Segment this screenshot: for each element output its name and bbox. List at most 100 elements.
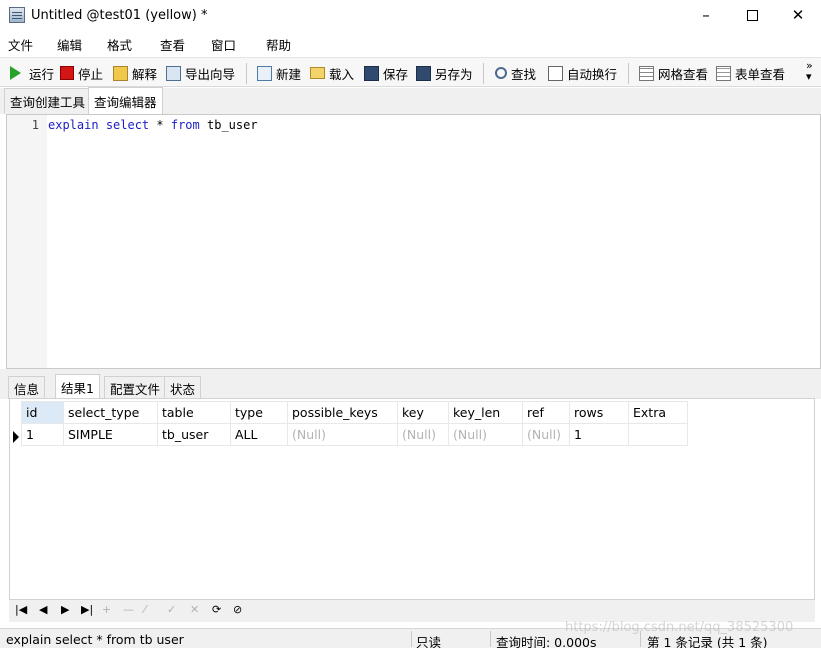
close-button[interactable]: ✕ — [775, 0, 821, 30]
column-header-key-len[interactable]: key_len — [448, 401, 523, 424]
status-read-only: 只读 — [416, 635, 442, 648]
tab-profile[interactable]: 配置文件 — [104, 376, 167, 399]
grid-view-button[interactable]: 网格查看 — [639, 63, 708, 83]
export-icon — [166, 65, 181, 81]
column-header-possible-keys[interactable]: possible_keys — [287, 401, 398, 424]
tab-query-editor[interactable]: 查询编辑器 — [88, 87, 163, 114]
explain-button[interactable]: 解释 — [113, 63, 157, 83]
explain-icon — [113, 65, 128, 81]
menu-format[interactable]: 格式 — [107, 35, 132, 54]
table-cell[interactable]: (Null) — [287, 423, 398, 446]
table-header-row: id select_type table type possible_keys … — [21, 401, 688, 424]
table-cell[interactable]: 1 — [569, 423, 629, 446]
find-button[interactable]: 查找 — [495, 63, 536, 83]
toolbar-separator — [628, 63, 629, 84]
table-row[interactable]: 1 SIMPLE tb_user ALL (Null) (Null) (Null… — [21, 423, 688, 446]
column-header-key[interactable]: key — [397, 401, 449, 424]
maximize-button[interactable] — [729, 0, 775, 30]
form-view-button[interactable]: 表单查看 — [716, 63, 785, 83]
table-cell[interactable]: (Null) — [448, 423, 523, 446]
menu-edit[interactable]: 编辑 — [57, 35, 82, 54]
editor-tab-strip: 查询创建工具 查询编辑器 — [0, 87, 821, 114]
save-as-button[interactable]: 另存为 — [416, 63, 473, 83]
toolbar-separator — [246, 63, 247, 84]
column-header-id[interactable]: id — [21, 401, 64, 424]
sql-keyword: from — [170, 118, 200, 132]
menu-bar: 文件 编辑 格式 查看 窗口 帮助 — [0, 31, 821, 55]
column-header-extra[interactable]: Extra — [628, 401, 688, 424]
last-record-icon[interactable]: ▶| — [81, 604, 93, 616]
load-button[interactable]: 载入 — [310, 63, 354, 83]
result-table: id select_type table type possible_keys … — [21, 401, 688, 446]
word-wrap-button[interactable]: 自动换行 — [548, 63, 617, 83]
status-separator — [490, 631, 491, 647]
menu-file[interactable]: 文件 — [8, 35, 33, 54]
save-as-icon — [416, 65, 431, 81]
tab-result1[interactable]: 结果1 — [55, 374, 100, 399]
search-icon — [495, 67, 507, 79]
table-cell[interactable]: tb_user — [157, 423, 231, 446]
menu-window[interactable]: 窗口 — [211, 35, 236, 54]
minimize-button[interactable]: – — [683, 0, 729, 30]
column-header-type[interactable]: type — [230, 401, 288, 424]
tab-query-builder[interactable]: 查询创建工具 — [4, 88, 92, 114]
first-record-icon[interactable]: |◀ — [15, 604, 27, 616]
column-header-select-type[interactable]: select_type — [63, 401, 158, 424]
new-query-icon — [257, 65, 272, 81]
title-bar: Untitled @test01 (yellow) * – ✕ — [0, 0, 821, 30]
form-icon — [716, 65, 731, 81]
table-cell[interactable] — [628, 423, 688, 446]
run-button[interactable]: 运行 — [10, 63, 54, 83]
toolbar: 运行 停止 解释 导出向导 新建 载入 保存 另存为 查找 自动换行 网格查看 … — [0, 57, 821, 87]
result-grid: id select_type table type possible_keys … — [9, 398, 815, 600]
line-number-gutter: 1 — [7, 115, 47, 368]
maximize-icon — [746, 9, 758, 21]
table-cell[interactable]: ALL — [230, 423, 288, 446]
previous-record-icon[interactable]: ◀ — [39, 604, 47, 616]
tab-info[interactable]: 信息 — [8, 376, 46, 399]
save-icon — [364, 65, 379, 81]
status-separator — [411, 631, 412, 647]
add-record-icon[interactable]: + — [102, 604, 111, 616]
current-row-arrow-icon — [13, 431, 19, 443]
sql-code-line: explain select * from tb_user — [48, 118, 258, 132]
result-tab-strip: 信息 结果1 配置文件 状态 — [0, 374, 821, 399]
save-button[interactable]: 保存 — [364, 63, 408, 83]
edit-record-icon[interactable]: ⁄ — [144, 604, 146, 616]
grid-icon — [639, 65, 654, 81]
sql-keyword: select — [105, 118, 150, 132]
menu-help[interactable]: 帮助 — [266, 35, 291, 54]
stop-button[interactable]: 停止 — [60, 63, 103, 83]
play-icon — [10, 66, 21, 80]
next-record-icon[interactable]: ▶ — [61, 604, 69, 616]
record-navigator: |◀ ◀ ▶ ▶| + — ⁄ ✓ ✕ ⟳ ⊘ — [9, 600, 815, 622]
tab-status[interactable]: 状态 — [164, 376, 202, 399]
table-cell[interactable]: (Null) — [397, 423, 449, 446]
export-wizard-button[interactable]: 导出向导 — [166, 63, 235, 83]
word-wrap-icon — [548, 65, 563, 81]
table-cell[interactable]: 1 — [21, 423, 64, 446]
sql-text: * — [149, 118, 171, 132]
window-title: Untitled @test01 (yellow) * — [31, 7, 208, 23]
folder-icon — [310, 67, 325, 79]
new-button[interactable]: 新建 — [257, 63, 301, 83]
stop-icon — [60, 66, 74, 80]
table-cell[interactable]: SIMPLE — [63, 423, 158, 446]
sql-table-name: tb_user — [199, 118, 258, 132]
menu-view[interactable]: 查看 — [160, 35, 185, 54]
sql-keyword: explain — [48, 118, 99, 132]
table-cell[interactable]: (Null) — [522, 423, 570, 446]
apply-changes-icon[interactable]: ✓ — [167, 604, 176, 616]
column-header-rows[interactable]: rows — [569, 401, 629, 424]
refresh-icon[interactable]: ⟳ — [212, 604, 221, 616]
watermark: https://blog.csdn.net/qq_38525300 — [565, 620, 794, 635]
column-header-table[interactable]: table — [157, 401, 231, 424]
line-number: 1 — [31, 118, 39, 132]
app-icon — [9, 7, 25, 23]
toolbar-overflow-button[interactable]: » ▾ — [806, 60, 813, 82]
sql-editor[interactable]: 1 explain select * from tb_user — [6, 114, 821, 369]
delete-record-icon[interactable]: — — [123, 604, 134, 616]
discard-changes-icon[interactable]: ✕ — [190, 604, 199, 616]
stop-refresh-icon[interactable]: ⊘ — [233, 604, 242, 616]
column-header-ref[interactable]: ref — [522, 401, 570, 424]
